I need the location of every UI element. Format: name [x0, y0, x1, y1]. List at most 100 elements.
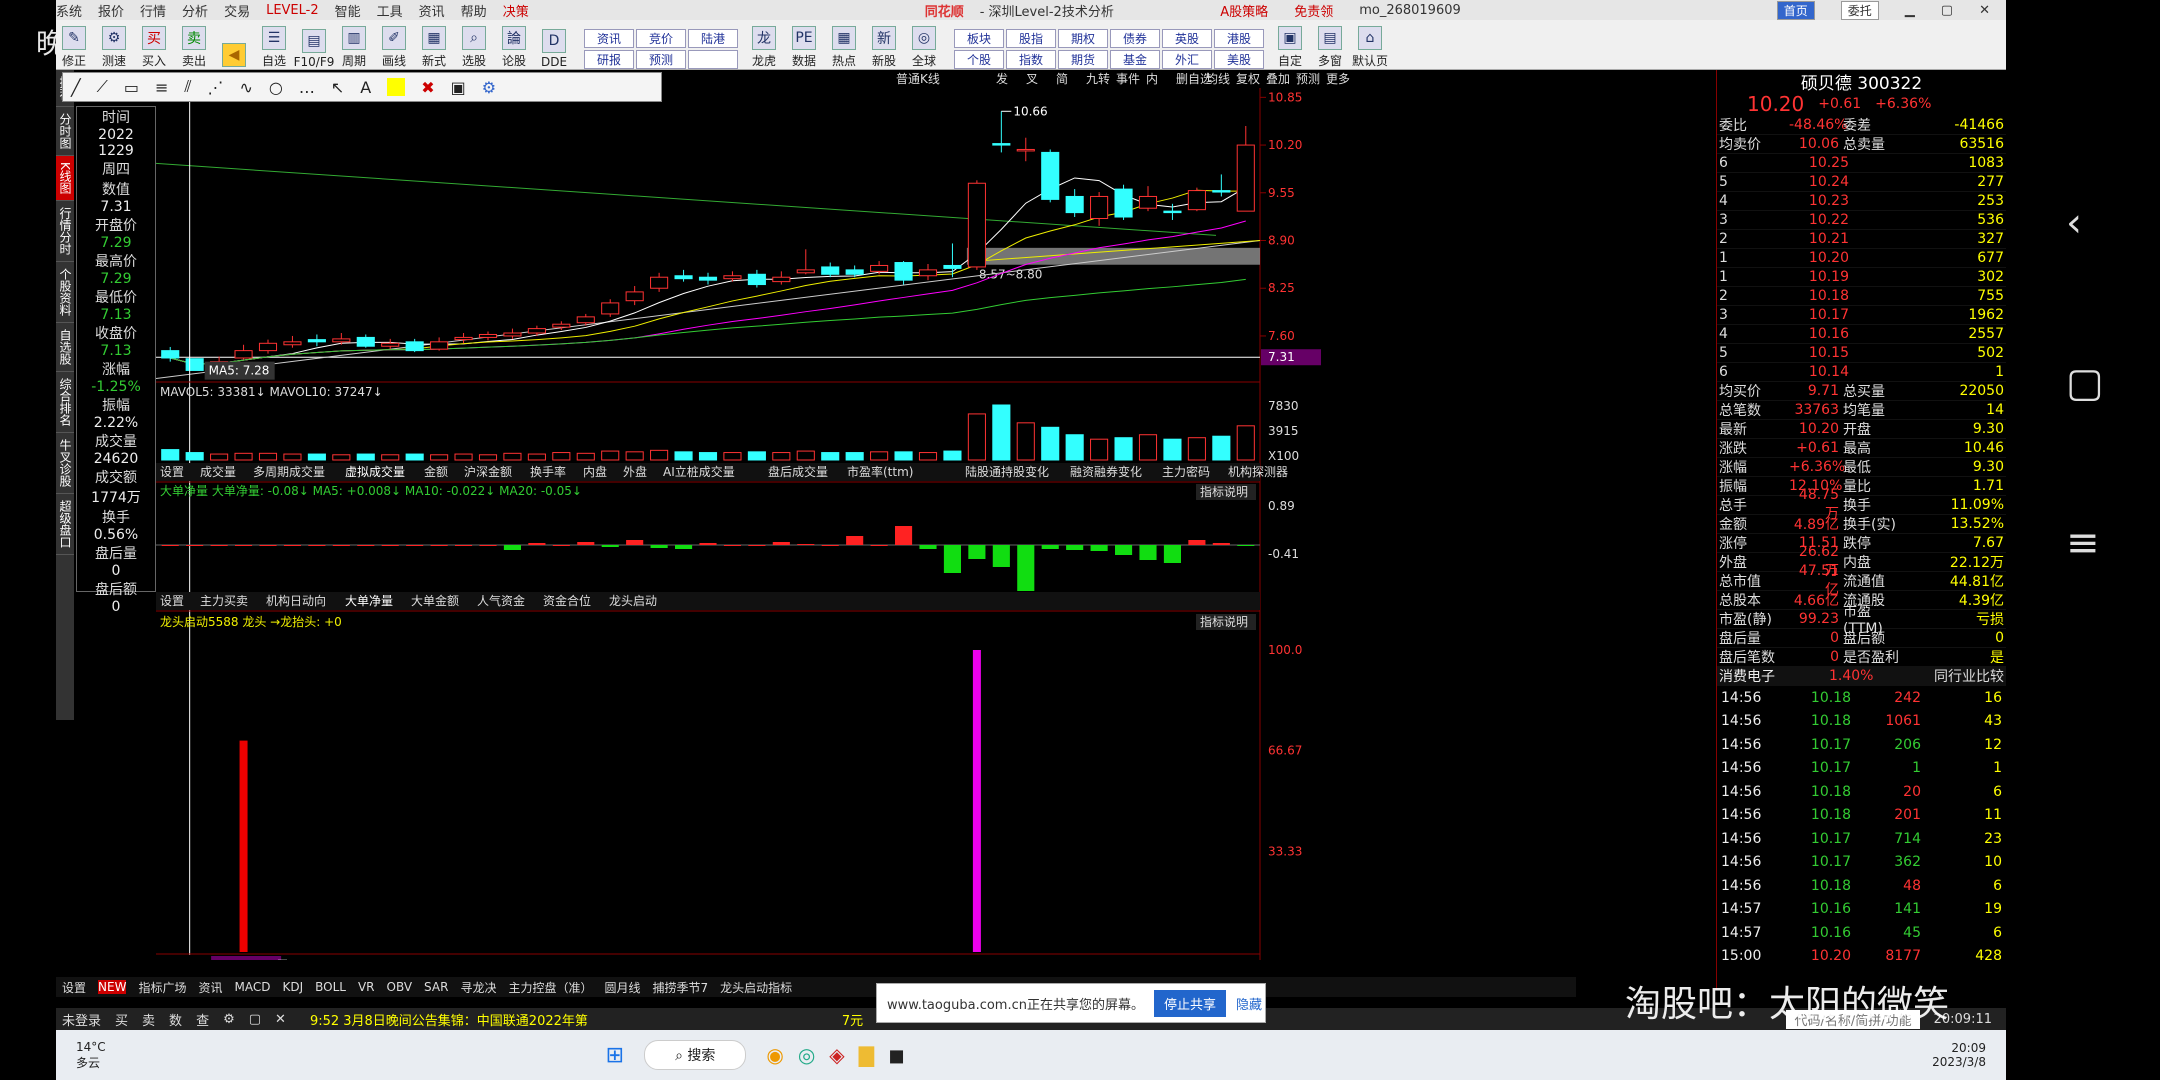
flow-tab[interactable]: 设置 — [160, 594, 184, 608]
screener-button[interactable]: ⌕ 选股 — [456, 26, 492, 69]
candle-body[interactable] — [430, 341, 449, 350]
multiwindow-button[interactable]: ▤ 多窗 — [1312, 26, 1348, 69]
indicator-tab[interactable]: 虚拟成交量 — [345, 464, 405, 479]
indicator-tab[interactable]: 金额 — [424, 464, 448, 479]
home-button[interactable]: 首页 — [1776, 0, 1815, 20]
candle-body[interactable] — [185, 358, 204, 371]
sell-level[interactable]: 4 10.23 253 — [1717, 192, 2006, 211]
back-button[interactable]: ◀ — [216, 43, 252, 69]
indicator-tab[interactable]: 外盘 — [623, 464, 647, 479]
delegate-button[interactable]: 委托 — [1840, 0, 1879, 20]
indicator-tab[interactable]: AI立桩成交量 — [663, 464, 735, 479]
bottom-tab[interactable]: 龙头启动指标 — [720, 979, 792, 996]
grid-options[interactable]: 期权 — [1058, 29, 1108, 48]
indicator-tab[interactable]: 市盈率(ttm) — [847, 464, 913, 479]
candle-body[interactable] — [1138, 195, 1158, 209]
save-icon[interactable]: ▣ — [451, 78, 466, 97]
folder-icon[interactable]: ▇ — [859, 1043, 874, 1067]
menu-level2[interactable]: LEVEL-2 — [266, 3, 319, 18]
sell-level[interactable]: 2 10.21 327 — [1717, 230, 2006, 249]
stop-share-button[interactable]: 停止共享 — [1153, 989, 1226, 1017]
sector-row[interactable]: 消费电子 1.40% 同行业比较 — [1717, 667, 2006, 686]
status-sell[interactable]: 卖 — [142, 1010, 155, 1029]
flow-tab[interactable]: 大单金额 — [411, 593, 459, 608]
sell-level[interactable]: 3 10.22 536 — [1717, 211, 2006, 230]
sell-level[interactable]: 5 10.24 277 — [1717, 173, 2006, 192]
bottom-tab[interactable]: NEW — [98, 980, 127, 994]
candle-body[interactable] — [503, 332, 522, 337]
candle-body[interactable] — [747, 273, 766, 286]
menu-tools[interactable]: 工具 — [377, 1, 403, 20]
app-icon-5[interactable]: ◼ — [888, 1043, 905, 1067]
candle-body[interactable] — [527, 328, 546, 334]
candle-body[interactable] — [405, 341, 424, 352]
data-button[interactable]: PE 数据 — [786, 26, 822, 69]
flow-tab[interactable]: 资金合位 — [543, 593, 591, 608]
vtab-watchlist[interactable]: 自选股 — [56, 323, 74, 372]
close-icon[interactable]: ✕ — [1979, 3, 1990, 18]
menu-disclaimer[interactable]: 免责领 — [1294, 1, 1333, 20]
bottom-tab[interactable]: 捕捞季节7 — [652, 979, 708, 996]
menu-astrategy[interactable]: A股策略 — [1220, 1, 1268, 20]
menu-smart[interactable]: 智能 — [335, 1, 361, 20]
grid-forecast[interactable]: 预测 — [636, 50, 686, 69]
candle-body[interactable] — [796, 269, 815, 274]
grid-forex[interactable]: 外汇 — [1162, 50, 1212, 69]
candle-body[interactable] — [870, 264, 889, 272]
indicator-tab[interactable]: 机构探测器 — [1228, 464, 1288, 479]
candle-body[interactable] — [1041, 151, 1060, 200]
buy-level[interactable]: 4 10.16 2557 — [1717, 325, 2006, 344]
buy-level[interactable]: 6 10.14 1 — [1717, 363, 2006, 382]
draw-button[interactable]: ✐ 画线 — [376, 26, 412, 69]
grid-us[interactable]: 美股 — [1214, 50, 1264, 69]
status-count[interactable]: 数 — [169, 1010, 182, 1029]
grid-sector[interactable]: 板块 — [954, 29, 1004, 48]
candle-body[interactable] — [454, 336, 473, 341]
grid-hk[interactable]: 陆港 — [688, 29, 738, 48]
settings-icon[interactable]: ⚙ — [482, 78, 496, 97]
bottom-tab[interactable]: KDJ — [282, 980, 303, 994]
indicator-tab[interactable]: 融资融券变化 — [1070, 464, 1142, 479]
bottom-tab[interactable]: BOLL — [315, 980, 346, 994]
discuss-button[interactable]: 論论股 — [496, 26, 532, 69]
flow-tab[interactable]: 主力买卖 — [200, 594, 248, 608]
candle-body[interactable] — [967, 182, 986, 268]
system-clock[interactable]: 20:09 2023/3/8 — [1932, 1041, 1986, 1069]
candle-body[interactable] — [1114, 188, 1133, 218]
candle-body[interactable] — [307, 339, 326, 343]
more-tool-icon[interactable]: … — [299, 78, 315, 97]
candle-body[interactable] — [234, 350, 253, 359]
grid-stocks[interactable]: 个股 — [954, 50, 1004, 69]
candle-body[interactable] — [1065, 195, 1084, 214]
start-icon[interactable]: ⊞ — [606, 1043, 624, 1068]
dragon-tiger-button[interactable]: 龙龙虎 — [746, 26, 782, 69]
fib-tool-icon[interactable]: ≡ — [155, 78, 168, 97]
candle-body[interactable] — [625, 291, 644, 302]
chart-area[interactable]: 普通K线发叉简九转 事件内删自选 均线 复权 叠加 预测 更多 10.85 10.20 9.55 8… — [155, 70, 1716, 972]
buy-level[interactable]: 2 10.18 755 — [1717, 287, 2006, 306]
period-button[interactable]: ▥ 周期 — [336, 26, 372, 69]
candle-body[interactable] — [381, 342, 400, 347]
grid-stock-index[interactable]: 股指 — [1006, 29, 1056, 48]
wave-tool-icon[interactable]: ∿ — [240, 78, 253, 97]
bottom-tab[interactable]: 指标广场 — [138, 979, 186, 996]
default-page-button[interactable]: ⌂ 默认页 — [1352, 26, 1388, 69]
vtab-market-timeshare[interactable]: 行情分时 — [56, 201, 74, 262]
indicator-tab[interactable]: 换手率 — [530, 464, 566, 479]
candle-body[interactable] — [356, 336, 375, 347]
global-button[interactable]: ◎ 全球 — [906, 26, 942, 69]
candle-body[interactable] — [283, 341, 302, 346]
f10-button[interactable]: ▤ F10/F9 — [294, 29, 334, 69]
bottom-tab[interactable]: MACD — [234, 980, 270, 994]
flow-tab[interactable]: 机构日动向 — [266, 593, 326, 608]
buy-level[interactable]: 5 10.15 502 — [1717, 344, 2006, 363]
grid-auction[interactable]: 竞价 — [636, 29, 686, 48]
candle-body[interactable] — [1163, 210, 1182, 214]
circle-tool-icon[interactable]: ○ — [269, 78, 283, 97]
bottom-tab[interactable]: 主力控盘（准） — [508, 979, 592, 996]
menu-quote[interactable]: 报价 — [98, 1, 124, 20]
taskbar-search[interactable]: ⌕ 搜索 — [644, 1040, 747, 1070]
candle-body[interactable] — [992, 143, 1011, 146]
candle-body[interactable] — [943, 264, 962, 269]
cursor-icon[interactable]: ↖ — [331, 78, 344, 97]
